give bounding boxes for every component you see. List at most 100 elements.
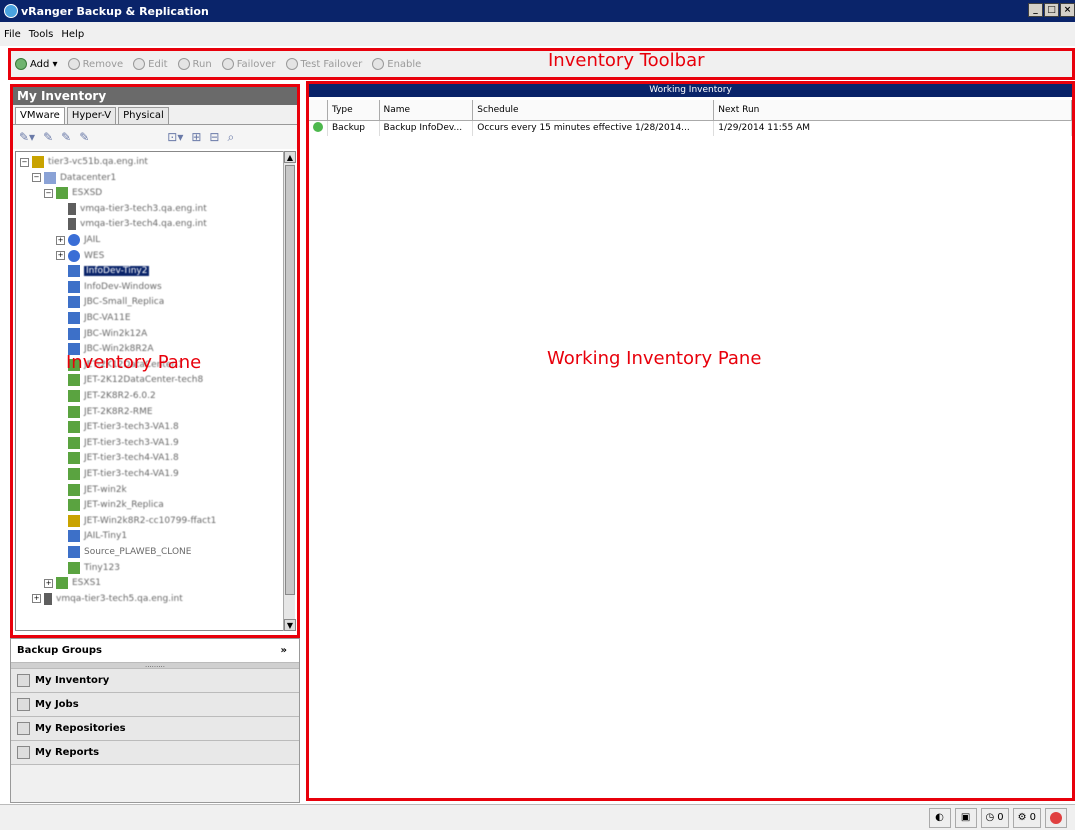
tree-node[interactable]: InfoDev-Windows xyxy=(68,279,162,295)
toolbar-button-icon xyxy=(372,58,385,70)
toolbar-button[interactable]: Test Failover xyxy=(285,58,362,70)
scroll-down-icon[interactable]: ▼ xyxy=(284,619,296,631)
expand-all-icon[interactable]: ⊞ xyxy=(191,130,201,144)
tree-node-label: JET-2K8R2-6.0.2 xyxy=(84,391,156,401)
tree-node[interactable]: vmqa-tier3-tech3.qa.eng.int xyxy=(68,201,207,217)
expand-icon[interactable]: + xyxy=(44,578,53,588)
tree-node[interactable]: JET-win2k_Replica xyxy=(68,497,164,513)
nav-my-reports[interactable]: My Reports xyxy=(11,741,299,765)
edit-server-icon[interactable]: ✎ xyxy=(61,130,71,144)
nav-my-inventory[interactable]: My Inventory xyxy=(11,669,299,693)
column-name[interactable]: Name xyxy=(379,100,474,121)
chevron-down-icon[interactable]: » xyxy=(281,645,287,656)
column-type[interactable]: Type xyxy=(327,100,380,121)
minimize-button[interactable]: _ xyxy=(1028,3,1043,17)
toolbar-button-icon xyxy=(221,58,234,70)
vmg-icon xyxy=(68,374,80,387)
toolbar-button[interactable]: Edit xyxy=(133,58,168,70)
scroll-thumb[interactable] xyxy=(285,165,295,595)
inventory-tree[interactable]: − tier3-vc51b.qa.eng.int − Datacenter1− ESXS… xyxy=(15,151,285,631)
tree-scrollbar[interactable]: ▲ ▼ xyxy=(283,151,296,631)
vm-icon xyxy=(68,312,80,324)
queued-jobs-indicator[interactable]: ⚙ 0 xyxy=(1012,807,1041,828)
running-jobs-indicator[interactable]: ◷ 0 xyxy=(980,807,1009,828)
menu-file[interactable]: File xyxy=(4,29,21,40)
column-next-run[interactable]: Next Run xyxy=(713,100,1072,121)
task-icon[interactable]: ▣ xyxy=(954,807,977,828)
expand-icon[interactable]: + xyxy=(56,251,65,261)
search-icon[interactable]: ⌕ xyxy=(227,130,234,145)
dc-icon xyxy=(44,171,56,184)
root-icon xyxy=(68,514,80,527)
collapse-icon[interactable]: − xyxy=(44,188,53,198)
backup-groups-bar[interactable]: Backup Groups » xyxy=(11,639,299,663)
toolbar-button[interactable]: Enable xyxy=(372,58,421,70)
tree-node[interactable]: Tiny123 xyxy=(68,560,120,576)
tree-node-label: Source_PLAWEB_CLONE xyxy=(84,547,192,557)
nav-label: My Inventory xyxy=(35,675,110,686)
tree-node[interactable]: JET-2K8R2-RME xyxy=(68,404,153,420)
toolbar-button[interactable]: Run xyxy=(177,58,212,70)
maximize-button[interactable]: □ xyxy=(1044,3,1059,17)
tree-node[interactable]: Source_PLAWEB_CLONE xyxy=(68,544,191,560)
vmg-icon xyxy=(68,452,80,465)
tab-vmware[interactable]: VMware xyxy=(15,107,65,124)
nav-my-repositories[interactable]: My Repositories xyxy=(11,717,299,741)
refresh-server-icon[interactable]: ✎ xyxy=(79,130,89,144)
scroll-up-icon[interactable]: ▲ xyxy=(284,151,296,163)
menu-tools[interactable]: Tools xyxy=(29,29,54,40)
column-schedule[interactable]: Schedule xyxy=(472,100,715,121)
tree-node[interactable]: JET-2K12DataCenter-tech8 xyxy=(68,372,203,388)
toolbar-button[interactable]: Failover xyxy=(221,58,276,70)
toolbar-button-label: Remove xyxy=(82,58,124,70)
tree-node[interactable]: + WES xyxy=(56,248,104,264)
tree-node[interactable]: + ESXS1 xyxy=(44,575,101,591)
tree-node[interactable]: InfoDev-Tiny2 xyxy=(68,263,150,279)
tree-node-label: WES xyxy=(84,250,105,261)
connection-icon[interactable]: ◐ xyxy=(928,807,951,828)
vmg-icon xyxy=(68,483,80,496)
table-row[interactable]: Backup Backup InfoDev... Occurs every 15 m… xyxy=(309,120,1072,136)
globe-icon xyxy=(68,234,80,246)
gear-icon: ⚙ xyxy=(1017,812,1027,823)
tree-node[interactable]: + vmqa-tier3-tech5.qa.eng.int xyxy=(32,591,183,607)
tree-node[interactable]: JET-tier3-tech3-VA1.9 xyxy=(68,435,179,451)
collapse-icon[interactable]: − xyxy=(32,173,41,183)
tree-node[interactable]: JET-tier3-tech3-VA1.8 xyxy=(68,419,179,435)
add-server-icon[interactable]: ✎▾ xyxy=(19,130,35,144)
close-button[interactable]: × xyxy=(1060,3,1075,17)
tree-node[interactable]: JET-Win2k8R2-cc10799-ffact1 xyxy=(68,513,216,529)
tree-node[interactable]: − tier3-vc51b.qa.eng.int xyxy=(20,154,148,170)
toolbar-button[interactable]: Remove xyxy=(67,58,124,70)
tab-hyper-v[interactable]: Hyper-V xyxy=(66,107,117,124)
nav-label: My Jobs xyxy=(35,699,79,710)
schedule-cell: Occurs every 15 minutes effective 1/28/2… xyxy=(472,120,715,136)
expand-icon[interactable]: + xyxy=(56,235,65,245)
tab-physical[interactable]: Physical xyxy=(118,107,169,124)
tree-node[interactable]: − ESXSD xyxy=(44,185,102,201)
collapse-all-icon[interactable]: ⊟ xyxy=(209,130,219,144)
collapse-icon[interactable]: − xyxy=(20,157,29,167)
tree-node[interactable]: JBC-VA11E xyxy=(68,310,131,326)
menu-help[interactable]: Help xyxy=(61,29,84,40)
nav-my-jobs[interactable]: My Jobs xyxy=(11,693,299,717)
tree-node[interactable]: JET-win2k xyxy=(68,482,127,498)
tree-node[interactable]: + JAIL xyxy=(56,232,100,248)
tree-node[interactable]: JET-2K8R2-6.0.2 xyxy=(68,388,156,404)
title-bar: vRanger Backup & Replication _ □ × xyxy=(0,0,1075,22)
alert-indicator[interactable] xyxy=(1045,807,1067,828)
inventory-header: My Inventory xyxy=(13,87,297,105)
remove-server-icon[interactable]: ✎ xyxy=(43,130,53,144)
expand-icon[interactable]: + xyxy=(32,594,41,604)
tree-node[interactable]: JAIL-Tiny1 xyxy=(68,528,127,544)
toolbar-button[interactable]: Add ▾ xyxy=(15,58,58,70)
toolbar-button-label: Failover xyxy=(236,58,276,70)
tree-node[interactable]: JET-tier3-tech4-VA1.9 xyxy=(68,466,179,482)
tree-node[interactable]: JBC-Win2k12A xyxy=(68,326,147,342)
tree-node[interactable]: − Datacenter1 xyxy=(32,170,116,186)
tree-node[interactable]: JET-tier3-tech4-VA1.8 xyxy=(68,450,179,466)
tree-node[interactable]: vmqa-tier3-tech4.qa.eng.int xyxy=(68,216,207,232)
tree-node[interactable]: JBC-Small_Replica xyxy=(68,294,164,310)
tree-node-label: Tiny123 xyxy=(84,562,120,573)
filter-icon[interactable]: ⊡▾ xyxy=(167,130,183,144)
